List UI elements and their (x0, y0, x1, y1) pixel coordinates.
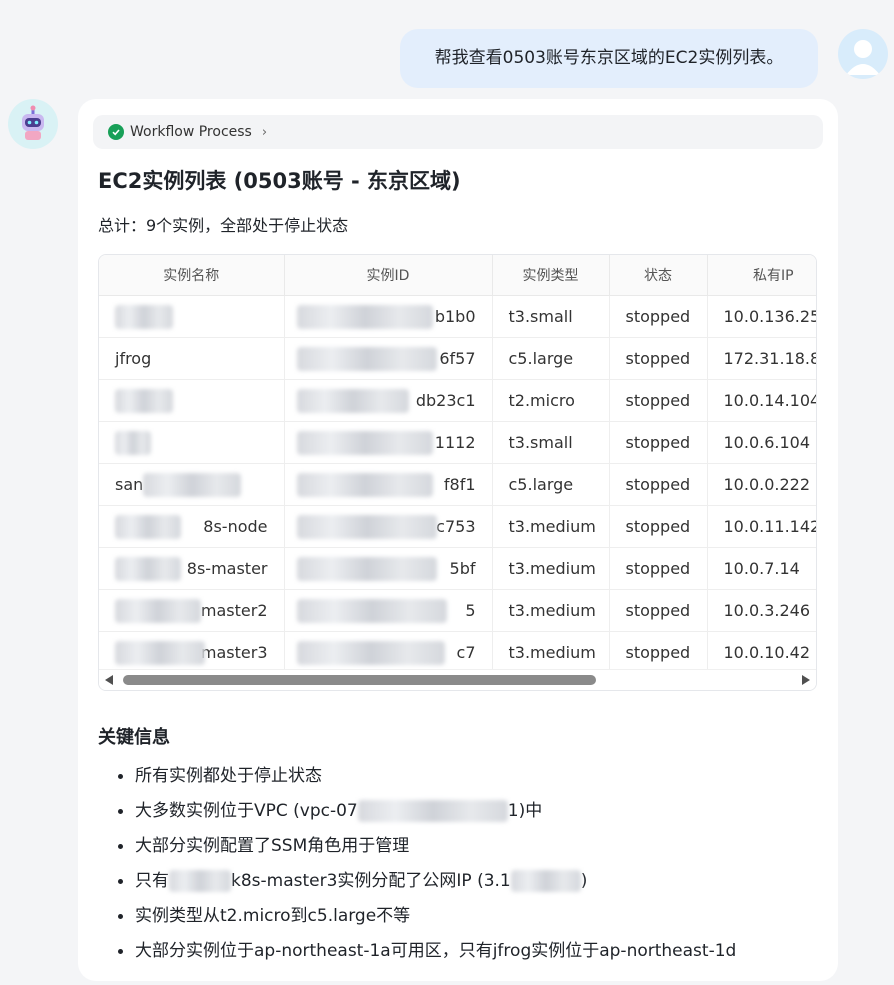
list-item: 大多数实例位于VPC (vpc-07 1)中 (98, 794, 736, 829)
table-row: b1b0 t3.small stopped 10.0.136.254 (99, 295, 816, 338)
instance-name-cell: jfrog (99, 337, 285, 380)
summary-text: 总计：9个实例，全部处于停止状态 (98, 216, 349, 235)
instance-id-cell: db23c1 (284, 379, 493, 422)
private-ip-cell: 10.0.14.104 (707, 379, 816, 422)
table-row: master2 5 t3.medium stopped 10.0.3.246 (99, 589, 816, 632)
table-row: 8s-node c753 t3.medium stopped 10.0.11.1… (99, 505, 816, 548)
column-header-type: 实例类型 (492, 255, 610, 296)
instance-id-cell: 1112 (284, 421, 493, 464)
private-ip-cell: 172.31.18.81 (707, 337, 816, 380)
instance-state-cell: stopped (609, 547, 708, 590)
private-ip-cell: 10.0.7.14 (707, 547, 816, 590)
instance-type-cell: t2.micro (492, 379, 610, 422)
key-info-heading: 关键信息 (98, 727, 170, 748)
horizontal-scrollbar[interactable] (99, 669, 816, 690)
private-ip-cell: 10.0.10.42 (707, 631, 816, 674)
private-ip-cell: 10.0.11.142 (707, 505, 816, 548)
page-title: EC2实例列表 (0503账号 - 东京区域) (98, 169, 461, 193)
user-avatar (838, 29, 888, 79)
instance-state-cell: stopped (609, 463, 708, 506)
bot-avatar (8, 99, 58, 149)
instance-name-cell (99, 295, 285, 338)
instance-table: 实例名称 实例ID 实例类型 状态 私有IP b1b0 t3.small sto… (98, 254, 817, 691)
instance-id-cell: f8f1 (284, 463, 493, 506)
private-ip-cell: 10.0.136.254 (707, 295, 816, 338)
private-ip-cell: 10.0.3.246 (707, 589, 816, 632)
user-avatar-icon (846, 40, 880, 75)
instance-type-cell: t3.medium (492, 631, 610, 674)
table-row: 1112 t3.small stopped 10.0.6.104 (99, 421, 816, 464)
table-row: san f8f1 c5.large stopped 10.0.0.222 (99, 463, 816, 506)
assistant-message-card: Workflow Process › EC2实例列表 (0503账号 - 东京区… (78, 99, 838, 981)
list-item: 所有实例都处于停止状态 (98, 759, 736, 794)
instance-state-cell: stopped (609, 505, 708, 548)
column-header-private-ip: 私有IP (707, 255, 816, 296)
table-row: 8s-master 5bf t3.medium stopped 10.0.7.1… (99, 547, 816, 590)
instance-name-cell: 8s-master (99, 547, 285, 590)
instance-state-cell: stopped (609, 421, 708, 464)
instance-name-cell: master3 (99, 631, 285, 674)
instance-id-cell: c753 (284, 505, 493, 548)
instance-type-cell: c5.large (492, 337, 610, 380)
check-circle-icon (108, 124, 124, 140)
instance-type-cell: t3.medium (492, 589, 610, 632)
instance-id-cell: c7 (284, 631, 493, 674)
instance-state-cell: stopped (609, 631, 708, 674)
instance-name-cell (99, 379, 285, 422)
instance-state-cell: stopped (609, 379, 708, 422)
workflow-label: Workflow Process (130, 124, 252, 140)
key-info-list: 所有实例都处于停止状态 大多数实例位于VPC (vpc-07 1)中 大部分实例配… (98, 759, 736, 969)
table-row: db23c1 t2.micro stopped 10.0.14.104 (99, 379, 816, 422)
instance-type-cell: t3.medium (492, 505, 610, 548)
column-header-state: 状态 (609, 255, 708, 296)
instance-type-cell: t3.medium (492, 547, 610, 590)
scroll-right-arrow-icon[interactable] (802, 675, 810, 685)
table-row: master3 c7 t3.medium stopped 10.0.10.42 (99, 631, 816, 674)
scrollbar-thumb[interactable] (123, 675, 596, 685)
list-item: 实例类型从t2.micro到c5.large不等 (98, 899, 736, 934)
list-item: 大部分实例配置了SSM角色用于管理 (98, 829, 736, 864)
instance-name-cell: 8s-node (99, 505, 285, 548)
instance-id-cell: b1b0 (284, 295, 493, 338)
instance-name-cell: master2 (99, 589, 285, 632)
instance-name-cell: san (99, 463, 285, 506)
table-row: jfrog 6f57 c5.large stopped 172.31.18.81 (99, 337, 816, 380)
instance-type-cell: c5.large (492, 463, 610, 506)
workflow-process-toggle[interactable]: Workflow Process › (93, 115, 823, 149)
instance-id-cell: 6f57 (284, 337, 493, 380)
robot-icon (22, 105, 44, 140)
column-header-id: 实例ID (284, 255, 493, 296)
chevron-right-icon: › (261, 124, 268, 140)
instance-name-cell (99, 421, 285, 464)
instance-state-cell: stopped (609, 589, 708, 632)
instance-state-cell: stopped (609, 337, 708, 380)
private-ip-cell: 10.0.6.104 (707, 421, 816, 464)
instance-id-cell: 5 (284, 589, 493, 632)
private-ip-cell: 10.0.0.222 (707, 463, 816, 506)
scroll-left-arrow-icon[interactable] (105, 675, 113, 685)
list-item: 只有 k8s-master3实例分配了公网IP (3.1) (98, 864, 736, 899)
column-header-name: 实例名称 (99, 255, 285, 296)
instance-id-cell: 5bf (284, 547, 493, 590)
instance-type-cell: t3.small (492, 295, 610, 338)
user-message-bubble: 帮我查看0503账号东京区域的EC2实例列表。 (400, 29, 818, 88)
table-header-row: 实例名称 实例ID 实例类型 状态 私有IP (99, 255, 816, 296)
instance-type-cell: t3.small (492, 421, 610, 464)
instance-state-cell: stopped (609, 295, 708, 338)
list-item: 大部分实例位于ap-northeast-1a可用区，只有jfrog实例位于ap-… (98, 934, 736, 969)
